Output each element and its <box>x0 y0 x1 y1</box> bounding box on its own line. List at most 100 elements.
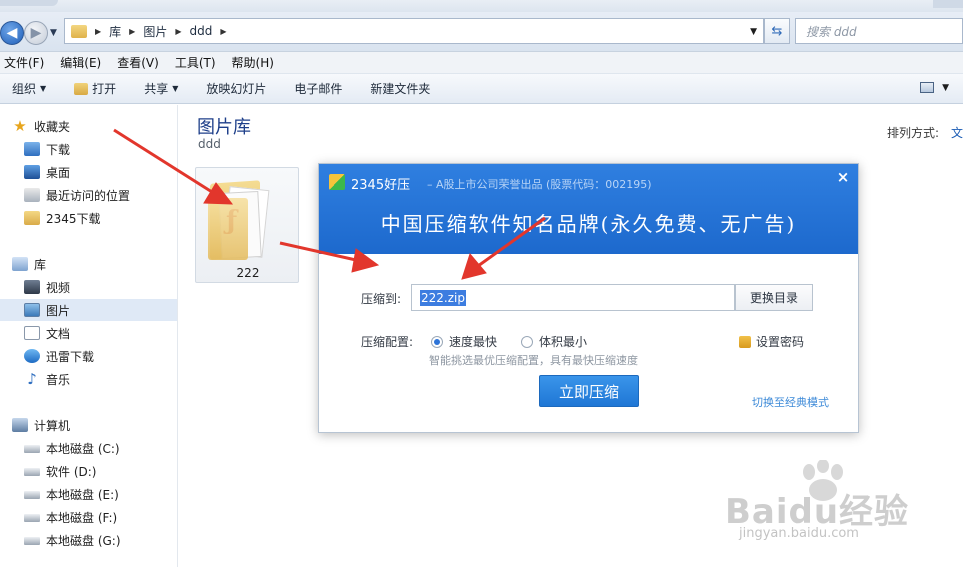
folder-with-documents-icon: ƒ <box>208 176 270 260</box>
recent-pages-dropdown-icon[interactable]: ▼ <box>50 28 57 38</box>
sidebar-item-downloads[interactable]: 下载 <box>24 138 70 160</box>
back-button[interactable]: ◀ <box>0 21 24 45</box>
music-note-icon: ♪ <box>27 370 37 388</box>
share-label: 共享 <box>144 82 169 96</box>
radio-smallest-label: 体积最小 <box>539 335 588 349</box>
menu-edit[interactable]: 编辑(E) <box>60 54 101 71</box>
radio-fastest-label: 速度最快 <box>449 335 498 349</box>
menu-tools[interactable]: 工具(T) <box>175 54 216 71</box>
thunder-download-icon <box>24 349 40 363</box>
breadcrumb-item-ddd[interactable]: ddd <box>190 24 213 38</box>
menu-view[interactable]: 查看(V) <box>117 54 159 71</box>
change-directory-button[interactable]: 更换目录 <box>735 284 813 311</box>
sidebar-item-documents[interactable]: 文档 <box>24 322 70 344</box>
sidebar-libraries[interactable]: 库 <box>12 253 46 275</box>
sidebar-item-label: 本地磁盘 (G:) <box>46 533 121 548</box>
sidebar-item-label: 2345下载 <box>46 211 101 226</box>
sidebar-item-drive-f[interactable]: 本地磁盘 (F:) <box>24 506 117 528</box>
chevron-right-icon[interactable]: ▶ <box>175 27 181 36</box>
caret-down-icon: ▼ <box>942 82 949 93</box>
config-label: 压缩配置: <box>361 335 414 349</box>
refresh-icon: ⇆ <box>771 23 783 39</box>
title-control-stub <box>933 0 963 8</box>
folder-tile[interactable]: ƒ 222 <box>195 167 299 283</box>
close-button[interactable]: × <box>834 168 852 186</box>
hard-drive-icon <box>24 491 40 499</box>
share-button[interactable]: 共享 ▼ <box>144 80 178 97</box>
new-folder-label: 新建文件夹 <box>370 82 431 96</box>
radio-smallest[interactable]: 体积最小 <box>521 333 587 350</box>
sidebar-item-label: 视频 <box>46 280 71 295</box>
baidu-jingyan-watermark: Baidu经验 jingyan.baidu.com <box>725 460 925 550</box>
change-view-button[interactable]: ▼ <box>920 82 949 93</box>
sidebar-item-label: 本地磁盘 (F:) <box>46 510 118 525</box>
sidebar-item-thunder-downloads[interactable]: 迅雷下载 <box>24 345 94 367</box>
recent-places-icon <box>24 188 40 202</box>
sidebar-item-pictures[interactable]: 图片 <box>0 299 177 321</box>
refresh-button[interactable]: ⇆ <box>764 18 790 44</box>
lock-icon <box>739 335 751 348</box>
email-button[interactable]: 电子邮件 <box>294 80 342 97</box>
title-strip <box>0 0 963 12</box>
sidebar-item-label: 下载 <box>46 142 71 157</box>
search-input[interactable]: 搜索 ddd <box>795 18 963 44</box>
compress-now-button[interactable]: 立即压缩 <box>539 375 639 407</box>
search-placeholder: 搜索 ddd <box>806 24 857 39</box>
organize-button[interactable]: 组织 ▼ <box>12 80 46 97</box>
chevron-right-icon[interactable]: ▶ <box>95 27 101 36</box>
set-password-label: 设置密码 <box>756 335 805 349</box>
sidebar-item-label: 图片 <box>46 303 71 318</box>
sidebar-item-label: 文档 <box>46 326 71 341</box>
radio-fastest[interactable]: 速度最快 <box>431 333 497 350</box>
command-bar: 组织 ▼ 打开 共享 ▼ 放映幻灯片 电子邮件 新建文件夹 ▼ <box>0 74 963 104</box>
output-path-field[interactable]: 222.zip <box>411 284 735 311</box>
arrow-right-icon: ▶ <box>30 25 42 41</box>
library-icon <box>12 257 28 271</box>
set-password-button[interactable]: 设置密码 <box>739 333 804 350</box>
slideshow-label: 放映幻灯片 <box>206 82 267 96</box>
hard-drive-icon <box>24 445 40 453</box>
app-logo-icon <box>329 174 345 190</box>
slideshow-button[interactable]: 放映幻灯片 <box>206 80 266 97</box>
sidebar-item-drive-d[interactable]: 软件 (D:) <box>24 460 96 482</box>
breadcrumb-item-pictures[interactable]: 图片 <box>143 23 167 40</box>
sidebar-item-drive-c[interactable]: 本地磁盘 (C:) <box>24 437 120 459</box>
sidebar-item-2345-downloads[interactable]: 2345下载 <box>24 207 101 229</box>
watermark-url: jingyan.baidu.com <box>739 526 859 541</box>
address-dropdown-icon[interactable]: ▼ <box>750 27 757 37</box>
desktop-icon <box>24 165 40 179</box>
config-hint: 智能挑选最优压缩配置，具有最快压缩速度 <box>429 354 638 367</box>
sidebar-item-label: 软件 (D:) <box>46 464 97 479</box>
forward-button[interactable]: ▶ <box>24 21 48 45</box>
sidebar-item-drive-g[interactable]: 本地磁盘 (G:) <box>24 529 121 551</box>
chevron-right-icon[interactable]: ▶ <box>220 27 226 36</box>
hard-drive-icon <box>24 468 40 476</box>
organize-label: 组织 <box>12 82 37 96</box>
classic-mode-link[interactable]: 切换至经典模式 <box>752 394 829 410</box>
sidebar-item-desktop[interactable]: 桌面 <box>24 161 70 183</box>
computer-icon <box>12 418 28 432</box>
sidebar-computer[interactable]: 计算机 <box>12 414 70 436</box>
sort-value-link[interactable]: 文 <box>951 124 963 141</box>
sidebar-favorites[interactable]: ★ 收藏夹 <box>12 115 70 137</box>
breadcrumb-item-library[interactable]: 库 <box>109 23 121 40</box>
new-folder-button[interactable]: 新建文件夹 <box>370 80 430 97</box>
path-label: 压缩到: <box>361 292 402 306</box>
pictures-library-icon <box>24 303 40 317</box>
address-bar[interactable]: ▶ 库 ▶ 图片 ▶ ddd ▶ ▼ <box>64 18 764 44</box>
sidebar-item-music[interactable]: ♪ 音乐 <box>24 368 70 390</box>
slogan-banner: 中国压缩软件知名品牌(永久免费、无广告) <box>380 212 797 236</box>
menu-help[interactable]: 帮助(H) <box>232 54 274 71</box>
open-label: 打开 <box>92 82 117 96</box>
sidebar-item-videos[interactable]: 视频 <box>24 276 70 298</box>
folder-icon <box>24 211 40 225</box>
menu-file[interactable]: 文件(F) <box>4 54 44 71</box>
sidebar-item-label: 音乐 <box>46 372 71 387</box>
chevron-right-icon[interactable]: ▶ <box>129 27 135 36</box>
open-button[interactable]: 打开 <box>74 80 116 97</box>
sidebar-item-recent-places[interactable]: 最近访问的位置 <box>24 184 130 206</box>
sidebar-item-drive-e[interactable]: 本地磁盘 (E:) <box>24 483 119 505</box>
compress-dialog: 2345好压 – A股上市公司荣誉出品 (股票代码：002195) × 中国压缩… <box>318 163 859 433</box>
star-icon: ★ <box>13 117 27 135</box>
sort-label: 排列方式: <box>887 126 940 140</box>
